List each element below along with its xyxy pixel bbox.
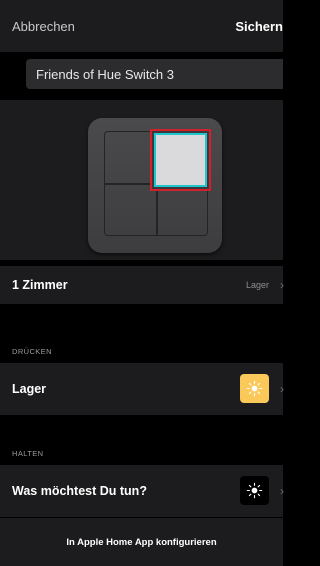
- device-name-input[interactable]: [36, 59, 276, 89]
- press-scene-row[interactable]: Lager ›: [0, 363, 284, 415]
- hold-action-label: Was möchtest Du tun?: [12, 484, 147, 498]
- switch-preview: [0, 100, 283, 260]
- room-label: 1 Zimmer: [12, 278, 68, 292]
- room-row[interactable]: 1 Zimmer Lager ›: [0, 266, 284, 304]
- selected-switch-button[interactable]: [150, 129, 211, 191]
- top-bar: Abbrechen Sichern: [0, 0, 283, 52]
- chevron-right-icon: ›: [280, 484, 284, 498]
- apple-home-configure-button[interactable]: In Apple Home App konfigurieren: [0, 518, 283, 566]
- cancel-button[interactable]: Abbrechen: [12, 19, 75, 34]
- hold-action-row[interactable]: Was möchtest Du tun? ›: [0, 465, 284, 517]
- switch-body: [88, 118, 222, 253]
- sun-icon: [240, 374, 269, 403]
- apple-home-configure-label: In Apple Home App konfigurieren: [66, 537, 217, 548]
- press-section-header: DRÜCKEN: [12, 347, 52, 356]
- device-name-field[interactable]: [26, 59, 283, 89]
- save-button[interactable]: Sichern: [235, 19, 283, 34]
- hold-section-header: HALTEN: [12, 449, 44, 458]
- selected-switch-button-face: [154, 133, 207, 187]
- room-value: Lager: [245, 280, 269, 290]
- sun-icon: [240, 476, 269, 505]
- chevron-right-icon: ›: [280, 382, 284, 396]
- press-scene-label: Lager: [12, 382, 47, 396]
- chevron-right-icon: ›: [280, 278, 284, 292]
